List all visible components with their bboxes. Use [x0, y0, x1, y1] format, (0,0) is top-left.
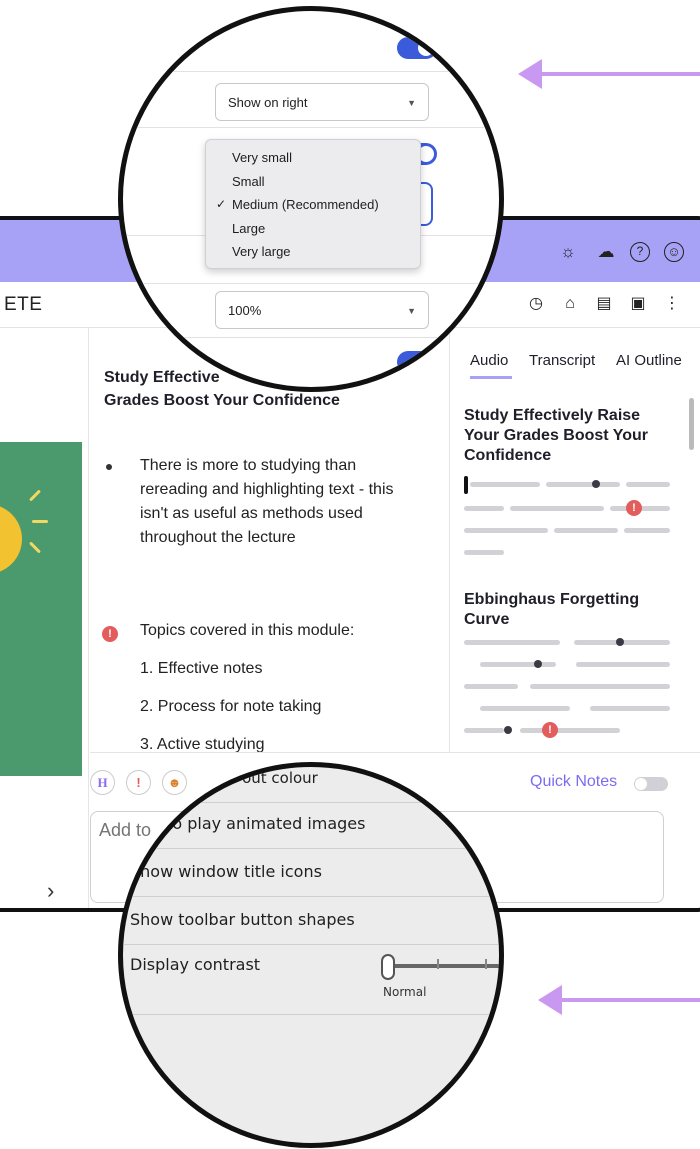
divider [123, 337, 499, 338]
settings-row-window-title-icons[interactable]: Show window title icons [123, 849, 499, 897]
size-dropdown-menu: Very small Small ✓ Medium (Recommended) … [205, 139, 421, 269]
slider-tick [437, 959, 439, 969]
audio-segment[interactable] [464, 728, 504, 733]
scrollbar-thumb[interactable] [689, 398, 694, 450]
bookmark-dot[interactable] [592, 480, 600, 488]
chevron-down-icon: ▼ [407, 98, 416, 108]
zoom-select[interactable]: 100% ▼ [215, 291, 429, 329]
tab-ai-outline[interactable]: AI Outline [616, 352, 682, 369]
audio-section-title: Ebbinghaus Forgetting Curve [464, 591, 640, 628]
tab-transcript[interactable]: Transcript [529, 352, 595, 369]
active-tab-indicator [470, 376, 512, 379]
lightbulb-icon [0, 504, 22, 574]
audio-segment[interactable] [626, 482, 670, 487]
dropdown-option-medium[interactable]: ✓ Medium (Recommended) [206, 193, 420, 217]
audio-section-title: Study Effectively Raise Your Grades Boos… [464, 407, 649, 464]
audio-segment[interactable] [530, 684, 670, 689]
cloud-icon[interactable]: ☁ [596, 242, 616, 262]
audio-segment[interactable] [464, 684, 518, 689]
divider [123, 71, 499, 72]
settings-toggle[interactable] [397, 351, 437, 373]
contrast-value-label: Normal [383, 985, 427, 999]
audio-alert-icon[interactable]: ! [626, 500, 642, 516]
light-ray [28, 541, 42, 554]
audio-segment[interactable] [464, 528, 548, 533]
bullet-dot [106, 464, 112, 470]
graduation-cap-icon[interactable]: ⌂ [560, 294, 580, 314]
tab-audio[interactable]: Audio [470, 352, 508, 369]
settings-row-partial: ... out colour [123, 767, 499, 803]
quick-notes-label: Quick Notes [530, 773, 618, 790]
account-icon[interactable]: ☺ [664, 242, 684, 262]
slide-thumbnail[interactable] [0, 442, 82, 776]
audio-segment[interactable] [480, 662, 556, 667]
help-icon[interactable]: ? [630, 242, 650, 262]
quick-notes-toggle[interactable] [634, 777, 668, 791]
audio-segment[interactable] [510, 506, 604, 511]
audio-segment[interactable] [554, 528, 618, 533]
divider [123, 127, 499, 128]
chevron-down-icon: ▼ [407, 306, 416, 316]
topic-item: 3. Active studying [140, 736, 265, 752]
magnifier-bottom: ... out colour Add to play animated imag… [118, 762, 504, 1148]
audio-alert-icon[interactable]: ! [542, 722, 558, 738]
settings-row-animated-images[interactable]: Add to play animated images [123, 801, 499, 849]
chevron-right-icon[interactable]: › [47, 878, 54, 904]
topic-item: 2. Process for note taking [140, 698, 322, 715]
audio-segment[interactable] [546, 482, 620, 487]
document-icon[interactable]: ▤ [594, 294, 614, 314]
dropdown-option-very-large[interactable]: Very large [206, 240, 420, 264]
bookmark-dot[interactable] [504, 726, 512, 734]
magnifier-top: Show on right ▼ 100% ▼ Very small Small … [118, 6, 504, 392]
audio-segment[interactable] [624, 528, 670, 533]
audio-segment[interactable] [470, 482, 540, 487]
side-panel: Audio Transcript AI Outline Study Effect… [449, 328, 700, 752]
app-name: ETE [4, 294, 43, 315]
settings-toggle[interactable] [397, 37, 437, 59]
playhead[interactable] [464, 476, 468, 494]
audio-segment[interactable] [590, 706, 670, 711]
more-icon[interactable]: ⋮ [662, 294, 682, 314]
checkmark-icon: ✓ [216, 197, 227, 211]
contrast-slider-thumb[interactable] [381, 954, 395, 980]
dropdown-option-large[interactable]: Large [206, 217, 420, 241]
audio-segment[interactable] [464, 550, 504, 555]
settings-row-display-contrast: Display contrast [123, 945, 499, 1015]
dropdown-option-very-small[interactable]: Very small [206, 146, 420, 170]
audio-segment[interactable] [480, 706, 570, 711]
settings-row-toolbar-button-shapes[interactable]: Show toolbar button shapes [123, 897, 499, 945]
note-bullet: There is more to studying than rereading… [140, 457, 394, 546]
dropdown-option-small[interactable]: Small [206, 170, 420, 194]
topic-item: 1. Effective notes [140, 660, 263, 677]
alert-icon[interactable]: ! [102, 626, 118, 642]
audio-segment[interactable] [464, 640, 560, 645]
slider-tick [485, 959, 487, 969]
topics-heading: Topics covered in this module: [140, 622, 355, 639]
bookmark-dot[interactable] [534, 660, 542, 668]
sun-icon[interactable]: ☼ [558, 242, 578, 262]
light-ray [28, 489, 42, 502]
pointer-arrow [518, 59, 700, 89]
divider [123, 283, 499, 284]
position-select[interactable]: Show on right ▼ [215, 83, 429, 121]
bookmark-dot[interactable] [616, 638, 624, 646]
audio-segment[interactable] [520, 728, 620, 733]
layout-icon[interactable]: ▣ [628, 294, 648, 314]
light-ray [32, 520, 48, 523]
slides-pane: › [0, 328, 89, 908]
audio-segment[interactable] [576, 662, 670, 667]
pointer-arrow [538, 985, 700, 1015]
timer-icon[interactable]: ◷ [526, 294, 546, 314]
notes-pane: Study Effective Grades Boost Your Confid… [90, 328, 448, 752]
heading-chip[interactable]: H [90, 770, 115, 795]
audio-segment[interactable] [464, 506, 504, 511]
